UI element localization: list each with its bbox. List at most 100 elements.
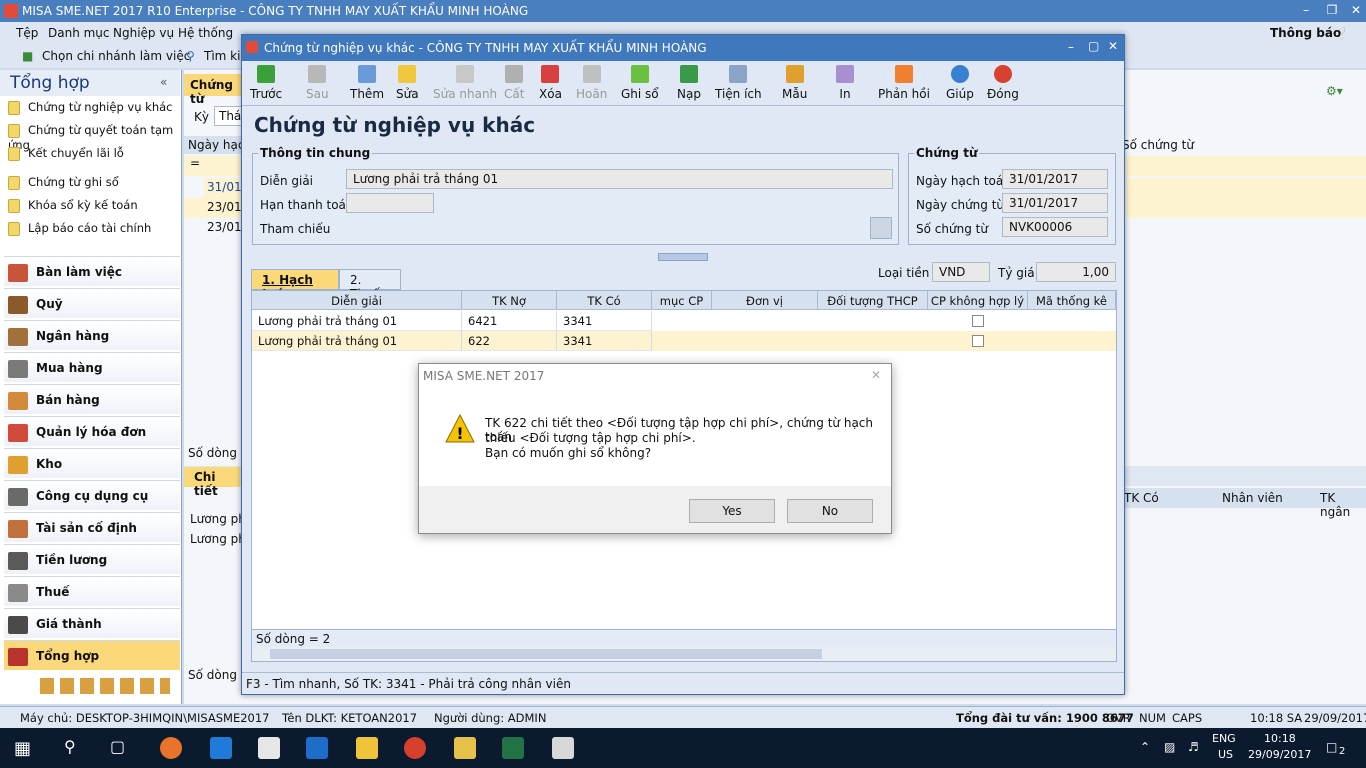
sidebar-item-ledger-voucher[interactable]: Chứng từ ghi sổ xyxy=(8,175,119,190)
notify-label[interactable]: Thông báo xyxy=(1270,26,1341,40)
sidebar-item-other-voucher[interactable]: Chứng từ nghiệp vụ khác xyxy=(8,100,172,115)
menu-catalog[interactable]: Danh mục xyxy=(48,26,110,40)
notification-icon[interactable]: □ xyxy=(1326,740,1337,754)
settings-gear-icon[interactable]: ⚙▾ xyxy=(1326,84,1343,98)
lang-1[interactable]: ENG xyxy=(1212,732,1236,745)
col-stat-code[interactable]: Mã thống kê xyxy=(1028,291,1116,310)
reload-button[interactable]: Nạp xyxy=(677,65,701,101)
edit-button[interactable]: Sửa xyxy=(396,65,419,101)
horizontal-scrollbar[interactable] xyxy=(252,647,1116,661)
module-salary[interactable]: Tiền lương xyxy=(4,544,180,574)
collapse-icon[interactable]: « xyxy=(160,75,167,89)
col-doc-number[interactable]: Số chứng từ xyxy=(1122,138,1194,152)
delete-button[interactable]: Xóa xyxy=(539,65,562,101)
col-desc[interactable]: Diễn giải xyxy=(252,291,462,310)
col-credit[interactable]: TK Có xyxy=(557,291,652,310)
lang-2[interactable]: US xyxy=(1218,748,1233,761)
task-view-icon[interactable]: ▢ xyxy=(110,737,125,756)
col-cost-object[interactable]: Đối tượng THCP xyxy=(818,291,928,310)
col-unreasonable-cost[interactable]: CP không hợp lý xyxy=(928,291,1028,310)
tab-accounting[interactable]: 1. Hạch toán xyxy=(251,269,339,301)
sidebar-item-profit-transfer[interactable]: Kết chuyển lãi lỗ xyxy=(8,146,124,161)
menu-system[interactable]: Hệ thống xyxy=(178,26,233,40)
yes-button[interactable]: Yes xyxy=(689,499,775,523)
paint-icon[interactable] xyxy=(552,737,574,759)
tab-detail[interactable]: Chi tiết xyxy=(184,467,240,498)
module-cash[interactable]: Quỹ xyxy=(4,288,180,318)
quick-edit-button[interactable]: Sửa nhanh xyxy=(433,65,497,101)
prev-button[interactable]: Trước xyxy=(250,65,282,101)
edge-icon[interactable] xyxy=(210,737,232,759)
chrome-icon[interactable] xyxy=(404,737,426,759)
maximize-icon[interactable]: ▢ xyxy=(1088,39,1099,53)
postpone-button[interactable]: Hoãn xyxy=(576,65,607,101)
table-row[interactable]: Lương phải trả tháng 01 622 3341 xyxy=(252,331,1116,351)
module-warehouse[interactable]: Kho xyxy=(4,448,180,478)
clock-time[interactable]: 10:18 xyxy=(1264,732,1296,745)
module-tools[interactable]: Công cụ dụng cụ xyxy=(4,480,180,510)
volume-icon[interactable]: ♬ xyxy=(1188,740,1199,754)
ref-search-icon[interactable] xyxy=(870,217,892,239)
sidebar-item-financial-report[interactable]: Lập báo cáo tài chính xyxy=(8,221,151,236)
col-debit[interactable]: TK Nợ xyxy=(462,291,557,310)
col-unit[interactable]: Đơn vị xyxy=(712,291,818,310)
rate-input[interactable]: 1,00 xyxy=(1036,262,1116,282)
help-button[interactable]: Giúp xyxy=(946,65,974,101)
desc-input[interactable]: Lương phải trả tháng 01 xyxy=(346,169,893,189)
close-button[interactable]: Đóng xyxy=(987,65,1019,101)
voucher-no-input[interactable]: NVK00006 xyxy=(1002,217,1108,237)
template-button[interactable]: Mẫu xyxy=(782,65,807,101)
acc-date-input[interactable]: 31/01/2017 xyxy=(1002,169,1108,189)
module-tax[interactable]: Thuế xyxy=(4,576,180,606)
close-icon[interactable]: ✕ xyxy=(871,368,881,382)
next-button[interactable]: Sau xyxy=(306,65,329,101)
choose-branch-link[interactable]: Chọn chi nhánh làm việc xyxy=(42,49,190,63)
module-purchase[interactable]: Mua hàng xyxy=(4,352,180,382)
close-icon[interactable]: ✕ xyxy=(1108,39,1118,53)
add-button[interactable]: Thêm xyxy=(350,65,384,101)
unreasonable-checkbox[interactable] xyxy=(972,315,984,327)
col-date-header[interactable]: Ngày hạch toán xyxy=(184,136,244,154)
col-cost-item[interactable]: mục CP xyxy=(652,291,712,310)
module-sales[interactable]: Bán hàng xyxy=(4,384,180,414)
tab-voucher[interactable]: Chứng từ xyxy=(184,74,244,106)
module-general[interactable]: Tổng hợp xyxy=(4,640,180,670)
no-button[interactable]: No xyxy=(787,499,873,523)
search-icon[interactable]: ⚲ xyxy=(64,737,76,756)
misa-app-icon[interactable] xyxy=(454,737,476,759)
module-bank[interactable]: Ngân hàng xyxy=(4,320,180,350)
save-button[interactable]: Cất xyxy=(504,65,524,101)
shortcut-icons[interactable] xyxy=(40,678,170,694)
period-select[interactable]: Tháng xyxy=(214,106,257,126)
outlook-icon[interactable] xyxy=(306,737,328,759)
windows-start-icon[interactable]: ▦ xyxy=(14,738,31,759)
currency-select[interactable]: VND xyxy=(932,262,990,282)
module-invoice[interactable]: Quản lý hóa đơn xyxy=(4,416,180,446)
utility-button[interactable]: Tiện ích xyxy=(715,65,762,101)
clock-date[interactable]: 29/09/2017 xyxy=(1248,748,1311,761)
module-desktop[interactable]: Bàn làm việc xyxy=(4,256,180,286)
minimize-icon[interactable]: – xyxy=(1296,3,1316,17)
close-icon[interactable]: ✕ xyxy=(1346,3,1366,17)
tray-chevron-icon[interactable]: ⌃ xyxy=(1140,740,1150,754)
unreasonable-checkbox[interactable] xyxy=(972,335,984,347)
store-icon[interactable] xyxy=(258,737,280,759)
menu-operations[interactable]: Nghiệp vụ xyxy=(113,26,174,40)
post-button[interactable]: Ghi sổ xyxy=(621,65,659,101)
print-button[interactable]: In xyxy=(836,65,854,101)
excel-icon[interactable] xyxy=(502,737,524,759)
module-fixed-assets[interactable]: Tài sản cố định xyxy=(4,512,180,542)
sidebar-item-lock-period[interactable]: Khóa sổ kỳ kế toán xyxy=(8,198,138,213)
tab-tax[interactable]: 2. Thuế xyxy=(339,269,401,301)
file-explorer-icon[interactable] xyxy=(356,737,378,759)
restore-icon[interactable]: ❐ xyxy=(1322,3,1342,17)
doc-date-input[interactable]: 31/01/2017 xyxy=(1002,193,1108,213)
table-row[interactable]: Lương phải trả tháng 01 6421 3341 xyxy=(252,311,1116,331)
firefox-icon[interactable] xyxy=(160,737,182,759)
module-cost[interactable]: Giá thành xyxy=(4,608,180,638)
help-icon[interactable]: ❔ xyxy=(1334,26,1349,40)
collapse-handle[interactable] xyxy=(658,253,708,261)
network-icon[interactable]: ▨ xyxy=(1164,740,1175,754)
due-input[interactable] xyxy=(346,193,434,213)
menu-file[interactable]: Tệp xyxy=(16,26,38,40)
